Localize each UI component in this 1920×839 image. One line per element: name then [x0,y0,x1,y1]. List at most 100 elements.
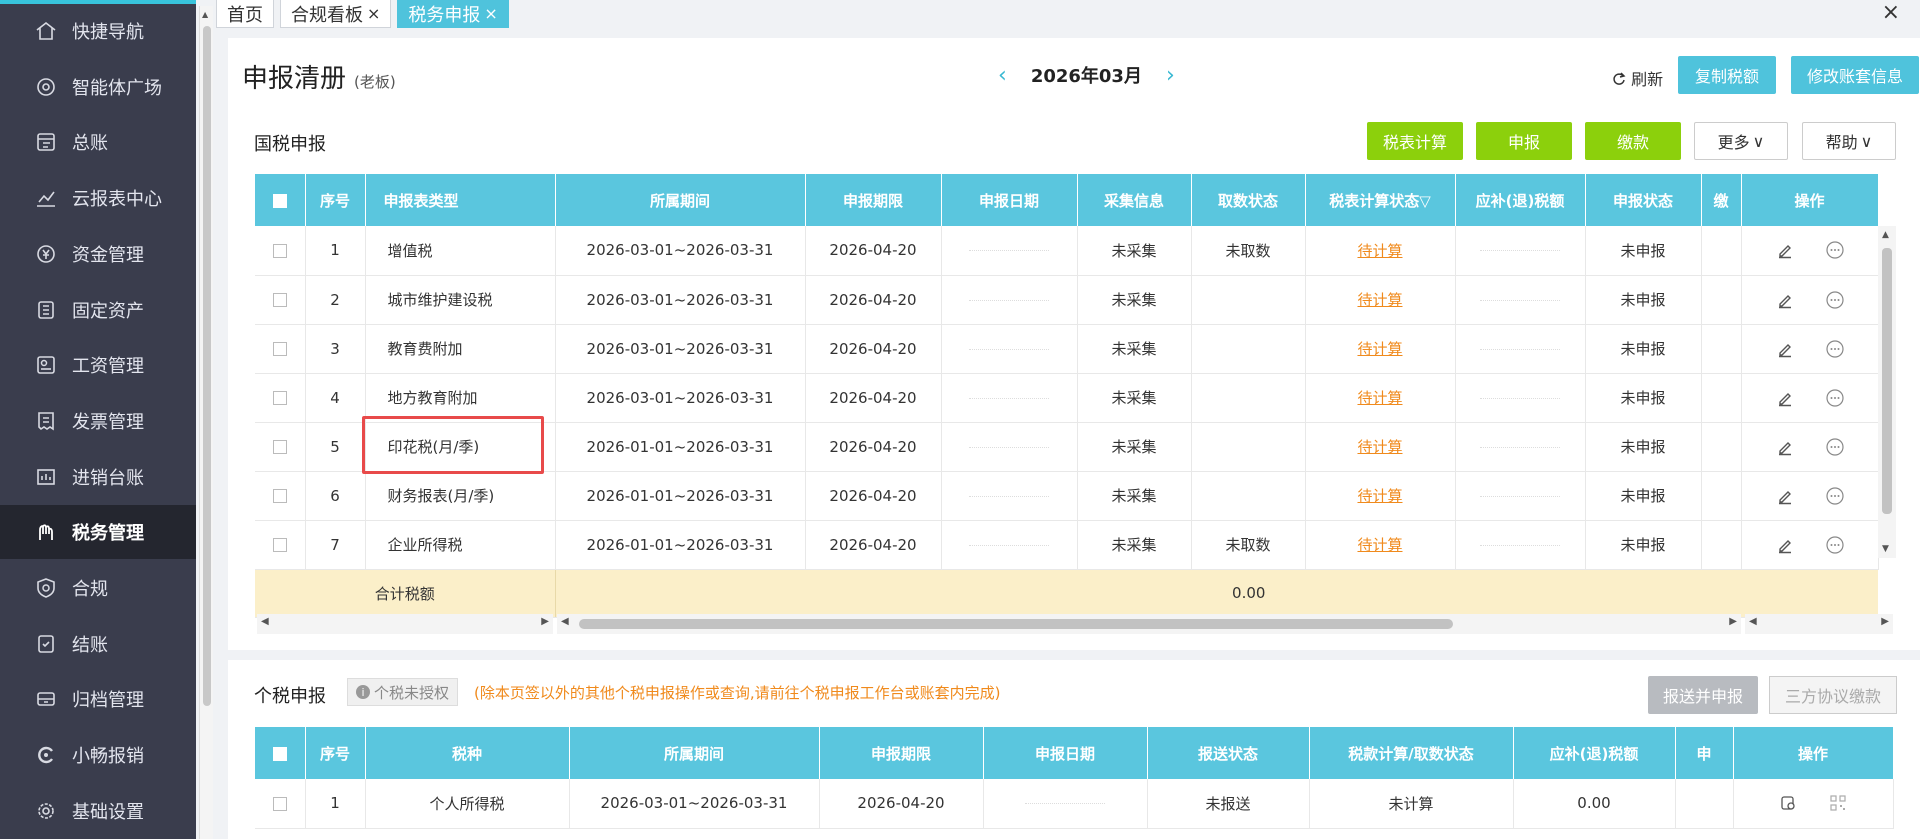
scroll-left-icon[interactable]: ◀ [261,616,269,627]
national-vertical-scrollbar[interactable]: ▲ ▼ [1878,226,1896,558]
scroll-down-icon[interactable]: ▼ [1882,544,1889,554]
table-row[interactable]: 6 财务报表(月/季) 2026-01-01~2026-03-31 2026-04-2… [255,471,1879,521]
sidebar-item[interactable]: 进销台账 [0,450,196,504]
calc-status-text[interactable]: 待计算 [1357,389,1402,407]
calc-status-link[interactable]: 待计算 [1305,422,1456,472]
qrcode-icon[interactable] [1827,792,1849,814]
edit-icon[interactable] [1774,534,1796,556]
table-row[interactable]: 1 个人所得税 2026-03-01~2026-03-31 2026-04-20 未报送… [255,779,1894,829]
more-options-icon[interactable] [1824,239,1846,261]
row-checkbox[interactable] [255,471,306,521]
filter-icon[interactable]: ▽ [1419,192,1431,210]
sidebar-item[interactable]: 资金管理 [0,227,196,281]
edit-icon[interactable] [1774,289,1796,311]
window-close-icon[interactable]: × [1882,0,1900,25]
calc-status-text[interactable]: 待计算 [1357,291,1402,309]
scroll-right-icon[interactable]: ▶ [1881,616,1889,627]
edit-icon[interactable] [1774,387,1796,409]
more-options-icon[interactable] [1824,289,1846,311]
more-options-icon[interactable] [1824,436,1846,458]
edit-icon[interactable] [1774,485,1796,507]
sidebar-scrollbar[interactable]: ▲ [199,6,213,839]
calc-status-text[interactable]: 待计算 [1357,340,1402,358]
sidebar-item[interactable]: 工资管理 [0,338,196,392]
edit-account-button[interactable]: 修改账套信息 [1791,56,1919,94]
calc-status-link[interactable]: 待计算 [1305,520,1456,570]
close-icon[interactable]: × [484,4,497,23]
edit-icon[interactable] [1774,239,1796,261]
sidebar-item[interactable]: 总账 [0,115,196,169]
row-checkbox[interactable] [255,275,306,325]
sidebar-item[interactable]: 固定资产 [0,283,196,337]
table-row[interactable]: 1 增值税 2026-03-01~2026-03-31 2026-04-20 未采集 未取… [255,226,1879,276]
vertical-scroll-thumb[interactable] [1882,248,1892,514]
more-options-icon[interactable] [1824,534,1846,556]
sidebar-item[interactable]: 税务管理 [0,505,196,560]
sidebar-item[interactable]: 发票管理 [0,394,196,448]
table-row[interactable]: 4 地方教育附加 2026-03-01~2026-03-31 2026-04-20 未采… [255,373,1879,423]
sidebar-item[interactable]: 云报表中心 [0,171,196,225]
calc-status-link[interactable]: 待计算 [1305,324,1456,374]
declare-record-icon[interactable] [1777,792,1799,814]
calc-status-link[interactable]: 待计算 [1305,275,1456,325]
main-horizontal-scrollbar[interactable]: ◀ ▶ [557,614,1741,634]
table-row[interactable]: 7 企业所得税 2026-01-01~2026-03-31 2026-04-20 未采集… [255,520,1879,570]
chevron-left-icon[interactable]: ‹ [998,63,1007,88]
left-horizontal-scrollbar[interactable]: ◀ ▶ [257,614,553,634]
scroll-up-icon[interactable]: ▲ [1882,230,1889,240]
sidebar-item[interactable]: 结账 [0,617,196,671]
row-checkbox[interactable] [255,226,306,276]
select-all-checkbox[interactable] [255,174,306,226]
calc-status-link[interactable]: 待计算 [1305,226,1456,276]
row-checkbox[interactable] [255,520,306,570]
chevron-right-icon[interactable]: › [1166,63,1175,88]
tab-home[interactable]: 首页 [216,0,274,28]
sidebar-item[interactable]: 归档管理 [0,672,196,726]
close-icon[interactable]: × [367,4,380,23]
refresh-button[interactable]: 刷新 [1612,66,1663,90]
row-checkbox[interactable] [255,373,306,423]
scroll-left-icon[interactable]: ◀ [561,616,569,627]
sidebar-item[interactable]: 智能体广场 [0,60,196,114]
tax-calc-button[interactable]: 税表计算 [1367,122,1463,160]
tab-compliance-board[interactable]: 合规看板 × [280,0,392,28]
help-button[interactable]: 帮助 ∨ [1802,122,1896,160]
row-checkbox[interactable] [255,422,306,472]
submit-declare-button[interactable]: 报送并申报 [1648,676,1758,714]
pay-button[interactable]: 缴款 [1585,122,1681,160]
more-options-icon[interactable] [1824,338,1846,360]
calc-status-text[interactable]: 待计算 [1357,438,1402,456]
sidebar-item[interactable]: 小畅报销 [0,728,196,782]
sidebar-item[interactable]: 快捷导航 [0,4,196,58]
calc-status-cell: 未计算 [1309,779,1514,829]
sidebar-item[interactable]: 合规 [0,561,196,615]
edit-icon[interactable] [1774,338,1796,360]
calc-status-text[interactable]: 待计算 [1357,487,1402,505]
copy-tax-button[interactable]: 复制税额 [1678,56,1776,94]
sidebar-item[interactable]: 基础设置 [0,784,196,838]
tripartite-pay-button[interactable]: 三方协议缴款 [1769,676,1897,714]
calc-status-link[interactable]: 待计算 [1305,471,1456,521]
horizontal-scroll-thumb[interactable] [579,619,1453,629]
more-options-icon[interactable] [1824,485,1846,507]
more-button[interactable]: 更多 ∨ [1694,122,1788,160]
more-options-icon[interactable] [1824,387,1846,409]
edit-icon[interactable] [1774,436,1796,458]
select-all-checkbox[interactable] [255,727,306,779]
calc-status-header[interactable]: 税表计算状态▽ [1305,174,1456,226]
scroll-left-icon[interactable]: ◀ [1749,616,1757,627]
calc-status-text[interactable]: 待计算 [1357,242,1402,260]
scroll-right-icon[interactable]: ▶ [541,616,549,627]
table-row[interactable]: 2 城市维护建设税 2026-03-01~2026-03-31 2026-04-20 未… [255,275,1879,325]
row-checkbox[interactable] [255,324,306,374]
scroll-up-icon[interactable]: ▲ [202,10,208,19]
scroll-right-icon[interactable]: ▶ [1729,616,1737,627]
row-checkbox[interactable] [255,779,306,829]
sidebar-scroll-thumb[interactable] [203,26,211,706]
declare-button[interactable]: 申报 [1476,122,1572,160]
right-horizontal-scrollbar[interactable]: ◀ ▶ [1745,614,1893,634]
tab-tax-declaration[interactable]: 税务申报 × [397,0,509,28]
calc-status-link[interactable]: 待计算 [1305,373,1456,423]
table-row[interactable]: 3 教育费附加 2026-03-01~2026-03-31 2026-04-20 未采集… [255,324,1879,374]
calc-status-text[interactable]: 待计算 [1357,536,1402,554]
